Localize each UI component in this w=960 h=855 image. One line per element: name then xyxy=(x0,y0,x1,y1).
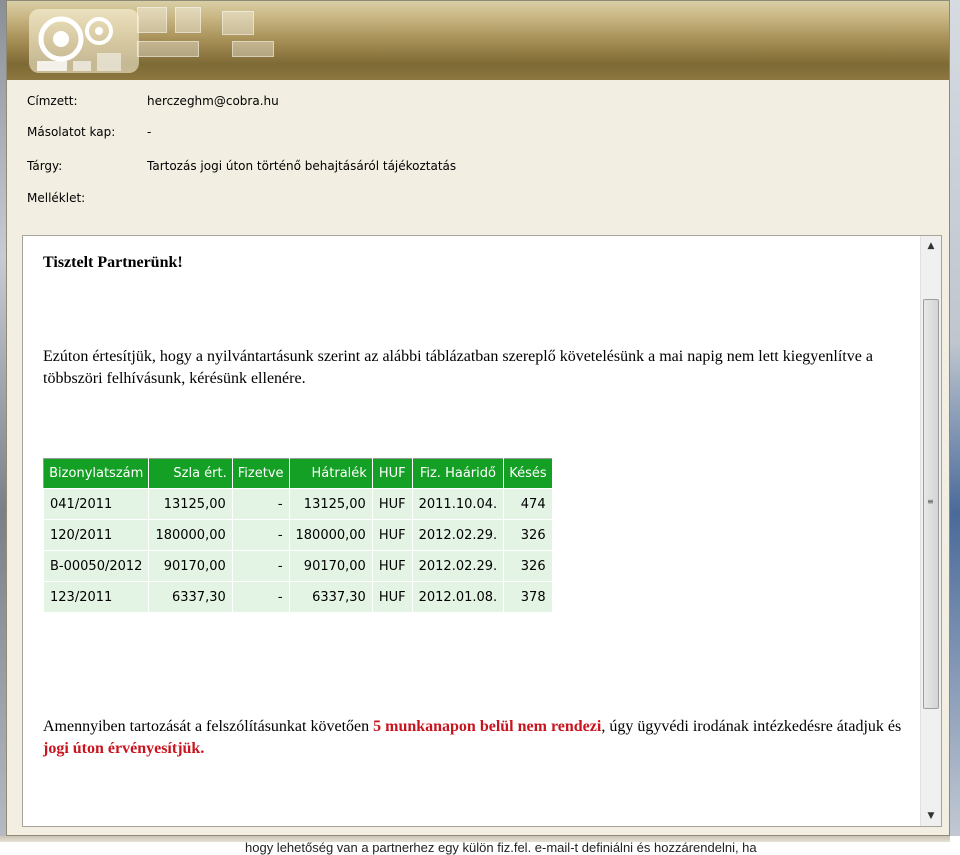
table-cell: 6337,30 xyxy=(148,581,233,613)
table-cell: - xyxy=(231,519,290,551)
table-cell: HUF xyxy=(371,519,413,551)
table-cell: 2012.02.29. xyxy=(411,550,505,582)
column-header: HUF xyxy=(372,458,413,489)
cc-label: Másolatot kap: xyxy=(27,125,116,139)
table-cell: 2012.01.08. xyxy=(411,581,505,613)
table-cell: 041/2011 xyxy=(42,488,150,520)
table-cell: 90170,00 xyxy=(288,550,373,582)
table-cell: HUF xyxy=(371,488,413,520)
background-document-text: hogy lehetőség van a partnerhez egy külö… xyxy=(245,840,757,855)
table-cell: 6337,30 xyxy=(288,581,373,613)
scroll-thumb[interactable]: ≡ xyxy=(923,299,939,709)
banner-square xyxy=(175,7,201,33)
header-banner xyxy=(7,1,949,80)
vertical-scrollbar[interactable]: ▲ ≡ ▼ xyxy=(920,236,941,826)
table-cell: B-00050/2012 xyxy=(42,550,150,582)
column-header: Fiz. Haáridő xyxy=(412,458,505,489)
to-label: Címzett: xyxy=(27,94,78,108)
warning-text: , úgy ügyvédi irodának intézkedésre átad… xyxy=(601,718,902,735)
scroll-down-arrow-icon[interactable]: ▼ xyxy=(921,806,941,826)
scroll-up-arrow-icon[interactable]: ▲ xyxy=(921,236,941,256)
intro-paragraph: Ezúton értesítjük, hogy a nyilvántartásu… xyxy=(43,348,873,387)
column-header: Szla ért. xyxy=(148,458,233,489)
column-header: Hátralék xyxy=(289,458,373,489)
grip-icon: ≡ xyxy=(927,497,934,506)
table-cell: 120/2011 xyxy=(42,519,150,551)
banner-square xyxy=(137,7,167,33)
table-cell: 2011.10.04. xyxy=(411,488,505,520)
table-row: 120/2011 180000,00 - 180000,00 HUF 2012.… xyxy=(42,519,553,551)
table-cell: HUF xyxy=(371,581,413,613)
email-preview-window: Címzett: herczeghm@cobra.hu Másolatot ka… xyxy=(6,0,950,836)
to-value[interactable]: herczeghm@cobra.hu xyxy=(147,94,279,108)
invoice-table: Bizonylatszám Szla ért. Fizetve Hátralék… xyxy=(42,458,553,613)
subject-value: Tartozás jogi úton történő behajtásáról … xyxy=(147,159,457,173)
table-cell: - xyxy=(231,550,290,582)
column-header: Késés xyxy=(503,458,553,489)
legal-action-highlight: jogi úton érvényesítjük. xyxy=(43,740,205,757)
table-header-row: Bizonylatszám Szla ért. Fizetve Hátralék… xyxy=(43,458,553,489)
table-cell: 180000,00 xyxy=(148,519,233,551)
table-cell: HUF xyxy=(371,550,413,582)
subject-label: Tárgy: xyxy=(27,159,63,173)
company-logo xyxy=(29,9,139,73)
warning-text: Amennyiben tartozását a felszólításunkat… xyxy=(43,718,374,735)
warning-paragraph: Amennyiben tartozását a felszólításunkat… xyxy=(43,716,903,760)
attachment-label: Melléklet: xyxy=(27,191,86,205)
desktop-background-right xyxy=(950,0,960,855)
table-cell: 474 xyxy=(503,488,553,520)
column-header: Fizetve xyxy=(232,458,290,489)
banner-square xyxy=(222,11,254,35)
table-cell: 326 xyxy=(503,550,553,582)
table-cell: 90170,00 xyxy=(148,550,233,582)
table-cell: 13125,00 xyxy=(288,488,373,520)
cc-value: - xyxy=(147,125,152,139)
table-cell: 123/2011 xyxy=(42,581,150,613)
banner-square xyxy=(137,41,199,57)
table-cell: 13125,00 xyxy=(148,488,233,520)
table-row: B-00050/2012 90170,00 - 90170,00 HUF 201… xyxy=(42,550,553,582)
message-body[interactable]: Tisztelt Partnerünk! Ezúton értesítjük, … xyxy=(22,235,942,827)
banner-square xyxy=(232,41,274,57)
deadline-highlight: 5 munkanapon belül nem rendezi xyxy=(373,718,602,735)
table-cell: 326 xyxy=(503,519,553,551)
greeting: Tisztelt Partnerünk! xyxy=(43,254,183,271)
table-row: 123/2011 6337,30 - 6337,30 HUF 2012.01.0… xyxy=(42,581,553,613)
table-cell: 2012.02.29. xyxy=(411,519,505,551)
column-header: Bizonylatszám xyxy=(43,458,150,489)
table-cell: 180000,00 xyxy=(288,519,373,551)
table-cell: - xyxy=(231,581,290,613)
table-cell: 378 xyxy=(503,581,553,613)
table-cell: - xyxy=(231,488,290,520)
table-row: 041/2011 13125,00 - 13125,00 HUF 2011.10… xyxy=(42,488,553,520)
